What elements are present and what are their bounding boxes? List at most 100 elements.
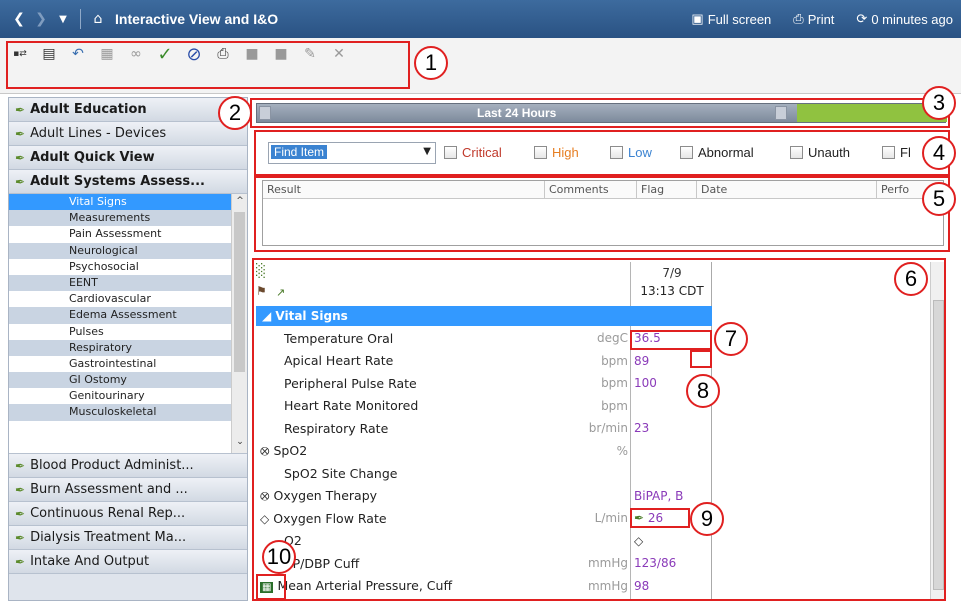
checkbox[interactable] [444, 146, 457, 159]
sidebar-item[interactable]: Neurological [9, 242, 247, 259]
flowsheet-row[interactable]: SpO2 Site Change [256, 462, 712, 485]
flowsheet-row[interactable]: ◇ Oxygen Flow Rate L/min ✒ 26 [256, 507, 712, 530]
dropdown-icon[interactable]: ▼ [52, 8, 74, 30]
scroll-thumb[interactable] [234, 212, 245, 372]
glasses-icon[interactable]: ∞ [126, 44, 146, 64]
sidebar-category[interactable]: ✒ Continuous Renal Rep... [9, 502, 247, 526]
flowsheet-row[interactable]: Respiratory Rate br/min 23 [256, 417, 712, 440]
chart-icon[interactable]: ↗ [276, 286, 285, 299]
print-icon[interactable]: ⎙ [213, 44, 233, 64]
checkmark-icon[interactable]: ✓ [155, 44, 175, 65]
row-value[interactable]: 36.5 [630, 331, 710, 345]
sidebar-item[interactable]: Measurements [9, 210, 247, 227]
flowsheet-row[interactable]: ⭙ Oxygen Therapy BiPAP, B [256, 485, 712, 508]
sidebar-category[interactable]: ✒ Dialysis Treatment Ma... [9, 526, 247, 550]
refresh-button[interactable]: ⟳ 0 minutes ago [856, 11, 953, 27]
print-button[interactable]: ⎙ Print [793, 11, 834, 27]
row-value[interactable]: 89 [630, 354, 710, 368]
close-icon[interactable]: ✕ [329, 44, 349, 64]
pen-icon: ✒ [15, 554, 26, 569]
flowsheet-row[interactable]: Heart Rate Monitored bpm [256, 395, 712, 418]
column-time[interactable]: 13:13 CDT [632, 284, 712, 298]
filter-high[interactable]: High [534, 145, 579, 160]
filter-low[interactable]: Low [610, 145, 652, 160]
flag-icon[interactable]: ⚑ [256, 284, 267, 298]
flowsheet-row[interactable]: Peripheral Pulse Rate bpm 100 [256, 372, 712, 395]
sidebar-item[interactable]: Pulses [9, 324, 247, 340]
diamond-icon[interactable]: ◇ [260, 512, 269, 526]
time-right-handle[interactable] [775, 106, 787, 120]
filter-flag[interactable]: Fl [882, 145, 911, 160]
scroll-down-icon[interactable]: ⌄ [232, 437, 247, 451]
document-icon[interactable]: ■ [271, 44, 291, 64]
sidebar-item[interactable]: Gastrointestinal [9, 356, 247, 372]
row-value[interactable]: ◇ [630, 534, 710, 548]
back-icon[interactable]: ❮ [8, 8, 30, 30]
diamond-arrow-icon[interactable]: ⭙ [260, 489, 270, 504]
column-header-result[interactable]: Result [263, 181, 545, 198]
sidebar-category[interactable]: ✒ Adult Systems Assess... [9, 170, 247, 194]
row-value[interactable]: 98 [630, 579, 710, 593]
sidebar-category[interactable]: ✒ Burn Assessment and ... [9, 478, 247, 502]
sidebar-item[interactable]: GI Ostomy [9, 372, 247, 389]
filter-unauth[interactable]: Unauth [790, 145, 850, 160]
section-vital-signs[interactable]: ◢ Vital Signs [256, 306, 712, 326]
bar-chart-icon[interactable]: ░ [256, 264, 266, 279]
sidebar-category[interactable]: ✒ Adult Lines - Devices [9, 122, 247, 146]
forward-icon[interactable]: ❯ [30, 8, 52, 30]
time-range-bar[interactable]: Last 24 Hours [256, 103, 947, 123]
full-screen-button[interactable]: ▣ Full screen [691, 11, 771, 27]
checkbox[interactable] [610, 146, 623, 159]
sidebar-item-vital-signs[interactable]: Vital Signs [9, 194, 247, 211]
column-header-flag[interactable]: Flag [637, 181, 697, 198]
sidebar-item[interactable]: Musculoskeletal [9, 404, 247, 421]
sidebar-scrollbar[interactable]: ^ ⌄ [231, 194, 247, 453]
column-header-date[interactable]: Date [697, 181, 877, 198]
sidebar-item[interactable]: EENT [9, 274, 247, 292]
row-value[interactable]: 123/86 [630, 556, 710, 570]
checkbox[interactable] [680, 146, 693, 159]
sidebar-item[interactable]: Pain Assessment [9, 226, 247, 242]
sidebar-category[interactable]: ✒ Intake And Output [9, 550, 247, 574]
flowsheet-row[interactable]: ⭙ SpO2% [256, 440, 712, 463]
flowsheet-row[interactable]: Apical Heart Rate bpm 89 [256, 350, 712, 373]
sidebar-item[interactable]: Psychosocial [9, 259, 247, 275]
sidebar-item[interactable]: Respiratory [9, 339, 247, 356]
home-icon[interactable]: ⌂ [87, 8, 109, 30]
flowsheet-scrollbar[interactable] [930, 262, 946, 601]
grid-icon[interactable]: ▤ [39, 44, 59, 64]
scroll-thumb[interactable] [933, 300, 944, 590]
sidebar-category[interactable]: ✒ Adult Education [9, 98, 247, 122]
checkbox[interactable] [790, 146, 803, 159]
calculator-icon[interactable]: ▦ [260, 582, 274, 594]
column-header-comments[interactable]: Comments [545, 181, 637, 198]
document-icon[interactable]: ■ [242, 44, 262, 64]
flowsheet-row[interactable]: BP/DBP Cuff mmHg 123/86 [256, 552, 712, 575]
undo-icon[interactable]: ↶ [68, 44, 88, 64]
filter-critical[interactable]: Critical [444, 145, 502, 160]
sidebar-category[interactable]: ✒ Blood Product Administ... [9, 454, 247, 478]
time-left-handle[interactable] [259, 106, 271, 120]
flowsheet-row[interactable]: Temperature Oral degC 36.5 [256, 327, 712, 350]
calculator-icon[interactable]: ▦ [97, 44, 117, 64]
edit-icon[interactable]: ✎ [300, 44, 320, 64]
sidebar-item[interactable]: Genitourinary [9, 388, 247, 404]
pen-icon: ✒ [15, 126, 26, 141]
row-name-text: SpO2 [273, 442, 308, 458]
filter-abnormal[interactable]: Abnormal [680, 145, 754, 160]
flowsheet-row[interactable]: ▦ Mean Arterial Pressure, Cuff mmHg 98 [256, 575, 712, 598]
row-value[interactable]: BiPAP, B [630, 489, 710, 503]
sidebar-item[interactable]: Cardiovascular [9, 291, 247, 307]
checkbox[interactable] [534, 146, 547, 159]
cancel-icon[interactable]: ⊘ [184, 44, 204, 65]
row-value[interactable]: 23 [630, 421, 710, 435]
flowsheet-row[interactable]: O2 ◇ [256, 530, 712, 553]
insert-row-icon[interactable]: ▪⇄ [10, 44, 30, 64]
diamond-arrow-icon[interactable]: ⭙ [260, 444, 270, 459]
sidebar-category[interactable]: ✒ Adult Quick View [9, 146, 247, 170]
checkbox[interactable] [882, 146, 895, 159]
find-item-dropdown[interactable]: Find Item ▼ [268, 142, 436, 164]
sidebar-item[interactable]: Edema Assessment [9, 307, 247, 324]
pen-icon: ✒ [15, 150, 26, 165]
scroll-up-icon[interactable]: ^ [232, 196, 247, 210]
